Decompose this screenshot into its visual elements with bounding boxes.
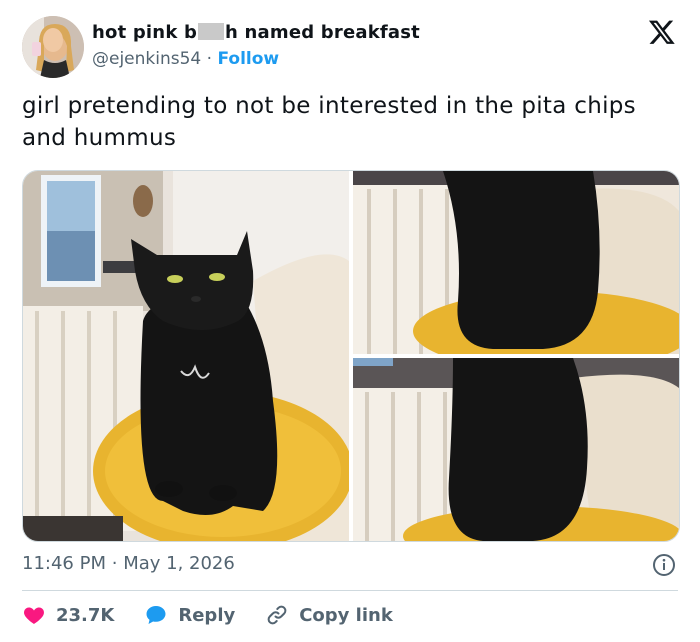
display-name-part-1: hot pink b (92, 22, 198, 43)
avatar[interactable] (22, 16, 84, 78)
heart-icon (24, 607, 44, 624)
like-count: 23.7K (56, 604, 115, 626)
censor-bar (198, 23, 225, 40)
photo-cat-back-bottom[interactable] (353, 358, 679, 541)
handle[interactable]: @ejenkins54 (92, 49, 201, 69)
reply-button[interactable]: Reply (144, 603, 235, 627)
reply-label: Reply (178, 604, 236, 626)
timestamp[interactable]: 11:46 PM · May 1, 2026 (22, 552, 235, 576)
photo-cat-back-top[interactable] (353, 171, 679, 354)
tweet-time: 11:46 PM (22, 553, 106, 574)
like-button[interactable]: 23.7K (22, 603, 114, 627)
follow-button[interactable]: Follow (217, 49, 279, 69)
date-separator: · (111, 553, 118, 574)
info-icon[interactable] (652, 553, 676, 577)
copy-link-label: Copy link (299, 604, 393, 626)
display-name[interactable]: hot pink b h named breakfast (92, 20, 420, 46)
copy-link-button[interactable]: Copy link (265, 603, 393, 627)
author-block: hot pink b h named breakfast @ejenkins54 … (92, 20, 420, 72)
handle-separator: · (206, 49, 213, 69)
handle-row: @ejenkins54 · Follow (92, 46, 420, 72)
media-grid (22, 170, 680, 542)
x-logo-icon[interactable] (648, 18, 676, 46)
link-icon (267, 605, 287, 625)
display-name-part-2: h named breakfast (225, 22, 420, 43)
action-bar: 23.7K Reply Copy link (22, 600, 423, 630)
tweet-date: May 1, 2026 (123, 553, 235, 574)
tweet-text: girl pretending to not be interested in … (22, 93, 636, 151)
speech-bubble-icon (146, 606, 166, 624)
divider (22, 590, 678, 591)
photo-cat-front[interactable] (23, 171, 349, 541)
